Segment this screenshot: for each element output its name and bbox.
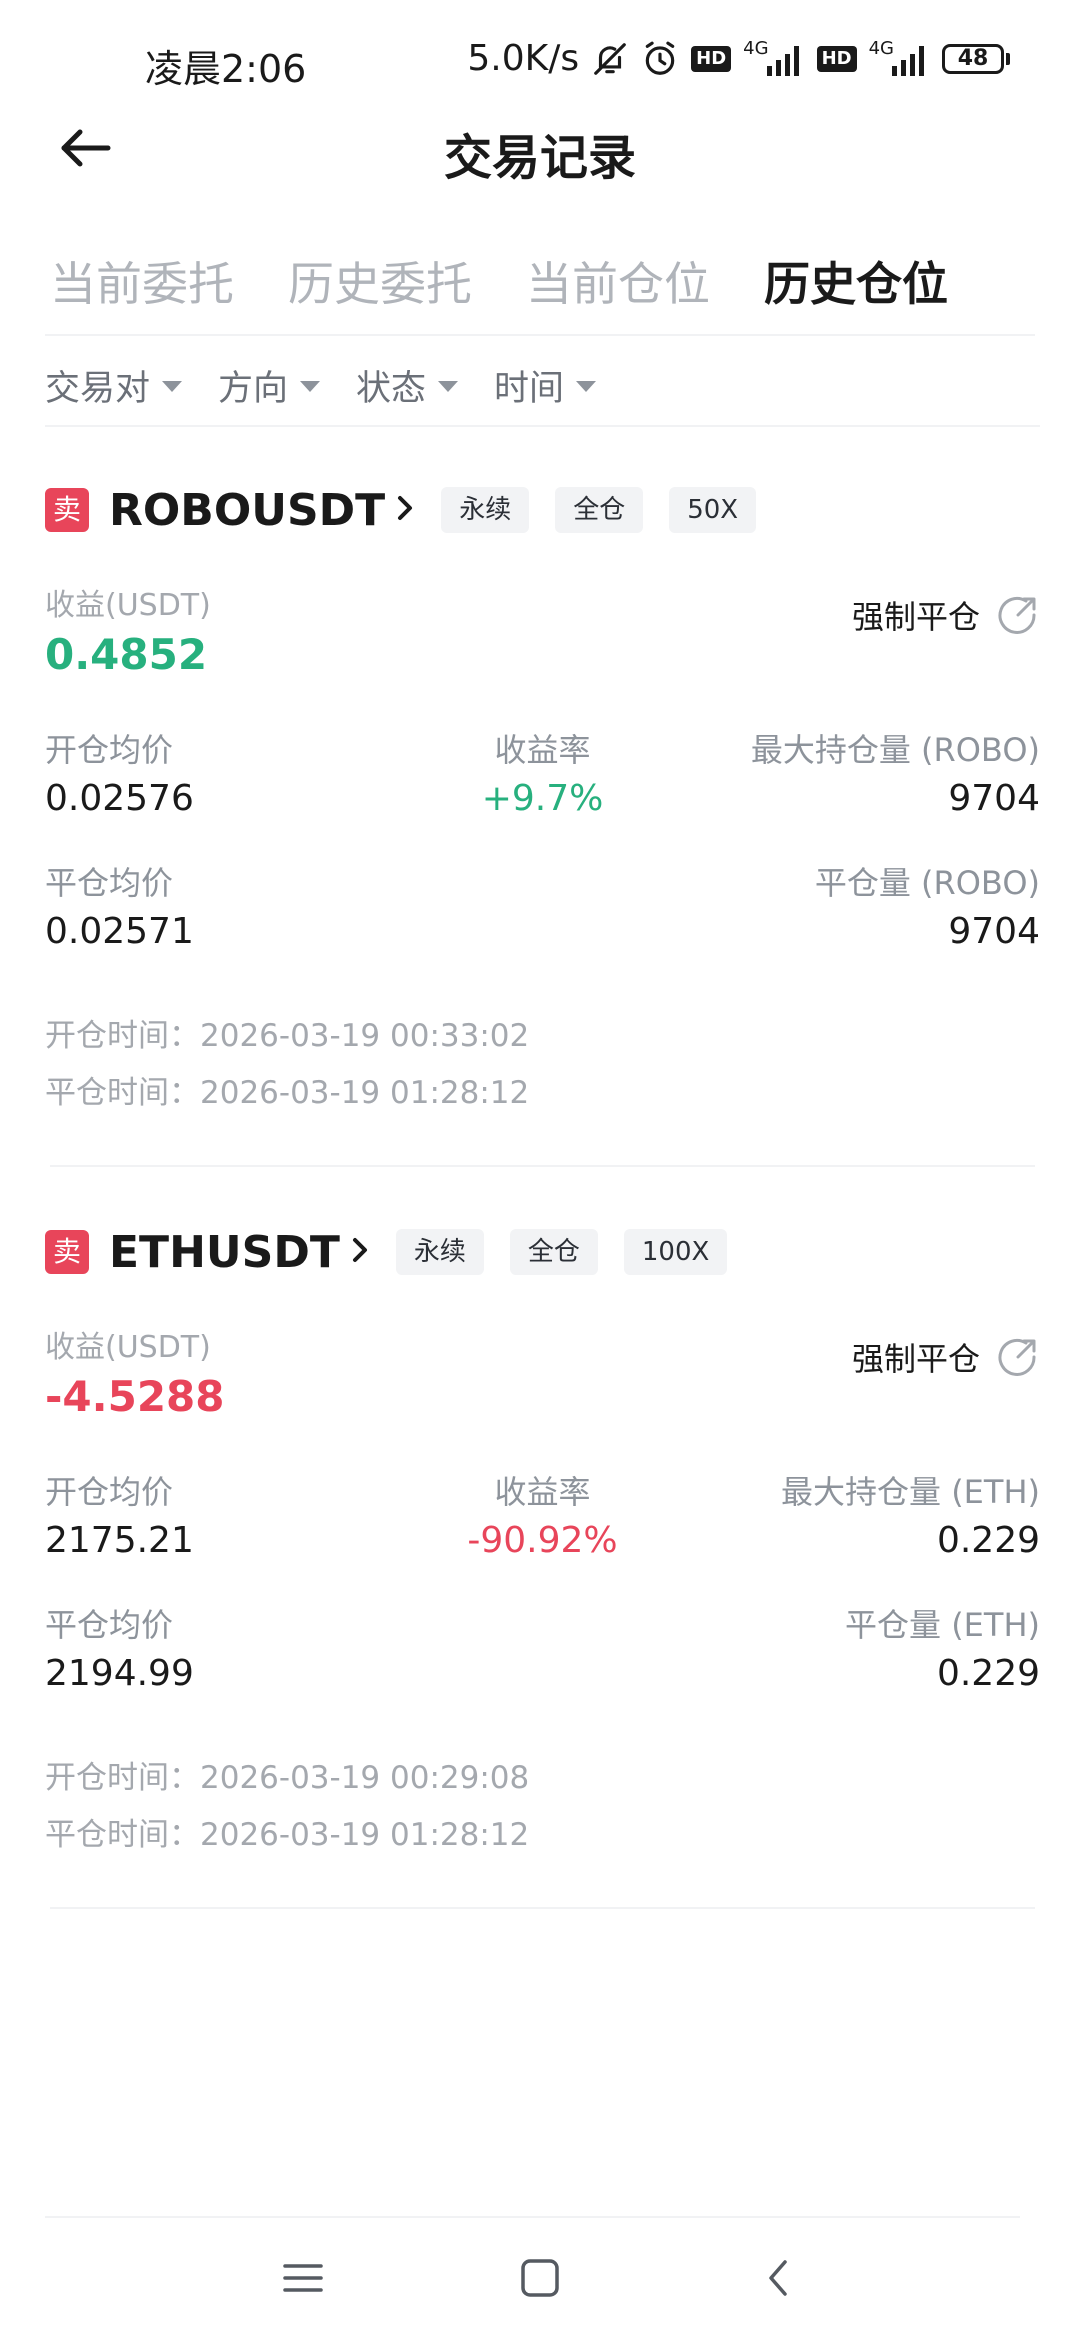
chevron-right-icon [397,495,413,525]
open-time: 开仓时间：2026-03-19 00:33:02 [45,1010,529,1055]
max-hold-label: 最大持仓量 (ROBO) [750,731,1040,769]
filter-label: 时间 [494,368,565,409]
open-time-label: 开仓时间： [45,1760,200,1796]
menu-icon [281,2258,325,2302]
close-qty-value: 0.229 [936,1653,1040,1694]
symbol-link[interactable]: ETHUSDT [109,1227,340,1278]
tag-leverage: 50X [669,487,757,533]
tag-cross-margin: 全仓 [509,1229,598,1275]
bell-off-icon [591,40,629,78]
alarm-icon [641,40,679,78]
tab-current-orders[interactable]: 当前委托 [50,248,234,314]
share-icon[interactable] [996,1335,1040,1379]
divider [50,1907,1035,1909]
back-icon [763,2256,793,2304]
close-avg-price-label: 平仓均价 [45,864,174,902]
force-close-label: 强制平仓 [851,598,980,636]
open-time-value: 2026-03-19 00:33:02 [200,1018,530,1054]
divider [45,334,1035,336]
side-badge: 卖 [45,1230,89,1274]
filter-trading-pair[interactable]: 交易对 [45,360,183,411]
position-header: 卖 ROBOUSDT 永续 全仓 50X [45,480,782,540]
home-icon [518,2256,562,2304]
tag-perpetual: 永续 [395,1229,484,1275]
max-hold-value: 9704 [948,778,1040,819]
hd-icon: HD [816,45,857,72]
max-hold-value: 0.229 [936,1520,1040,1561]
filter-label: 方向 [218,368,289,409]
chevron-right-icon [352,1237,368,1267]
signal-icon: 4G [869,38,930,76]
divider [50,1165,1035,1167]
open-time-label: 开仓时间： [45,1018,200,1054]
close-time-label: 平仓时间： [45,1817,200,1853]
status-icons: 5.0K/s HD 4G HD 4G 48 [467,38,1010,79]
pnl-label: 收益(USDT) [45,588,211,623]
caret-down-icon [438,380,459,392]
return-rate-value: -90.92% [467,1520,618,1561]
close-time-value: 2026-03-19 01:28:12 [200,1075,530,1111]
position-card[interactable]: 卖 ETHUSDT 永续 全仓 100X 收益(USDT) -4.5288 强制… [45,1222,1040,1912]
tag-leverage: 100X [623,1229,728,1275]
caret-down-icon [162,380,183,392]
tag-perpetual: 永续 [441,487,530,533]
side-badge: 卖 [45,488,89,532]
filter-label: 状态 [356,368,427,409]
tab-history-positions[interactable]: 历史仓位 [764,248,948,314]
signal-icon: 4G [743,38,804,76]
divider [45,425,1040,427]
status-bar: 凌晨2:06 5.0K/s HD 4G HD 4G 48 [0,0,1080,120]
close-qty-value: 9704 [948,911,1040,952]
open-time: 开仓时间：2026-03-19 00:29:08 [45,1752,529,1797]
caret-down-icon [300,380,321,392]
close-avg-price-value: 0.02571 [45,911,194,952]
caret-down-icon [576,380,597,392]
filter-status[interactable]: 状态 [356,360,459,411]
system-back-button[interactable] [748,2250,808,2310]
pnl-value: 0.4852 [45,630,208,679]
position-header: 卖 ETHUSDT 永续 全仓 100X [45,1222,753,1282]
divider [45,2216,1020,2218]
pnl-label: 收益(USDT) [45,1330,211,1365]
net-speed: 5.0K/s [467,38,580,79]
close-time: 平仓时间：2026-03-19 01:28:12 [45,1809,529,1854]
max-hold-label: 最大持仓量 (ETH) [781,1473,1040,1511]
home-button[interactable] [510,2250,570,2310]
return-rate-value: +9.7% [481,778,604,819]
force-close-button[interactable]: 强制平仓 [852,1334,1040,1380]
symbol-link[interactable]: ROBOUSDT [109,485,385,536]
filter-bar: 交易对 方向 状态 时间 [45,355,632,415]
tag-cross-margin: 全仓 [555,487,644,533]
tab-history-orders[interactable]: 历史委托 [288,248,472,314]
close-avg-price-value: 2194.99 [45,1653,194,1694]
close-time-label: 平仓时间： [45,1075,200,1111]
force-close-label: 强制平仓 [851,1340,980,1378]
menu-button[interactable] [273,2250,333,2310]
status-time: 凌晨2:06 [145,47,307,91]
close-avg-price-label: 平仓均价 [45,1606,174,1644]
tab-bar: 当前委托 历史委托 当前仓位 历史仓位 [0,240,1080,330]
page-title: 交易记录 [443,130,636,186]
battery-icon: 48 [942,43,1010,74]
tab-current-positions[interactable]: 当前仓位 [526,248,710,314]
filter-time[interactable]: 时间 [494,360,597,411]
hd-icon: HD [691,45,732,72]
header: 交易记录 [0,110,1080,190]
close-time-value: 2026-03-19 01:28:12 [200,1817,530,1853]
close-qty-label: 平仓量 (ETH) [845,1606,1040,1644]
filter-label: 交易对 [45,368,151,409]
open-time-value: 2026-03-19 00:29:08 [200,1760,530,1796]
close-time: 平仓时间：2026-03-19 01:28:12 [45,1067,529,1112]
close-qty-label: 平仓量 (ROBO) [814,864,1040,902]
pnl-value: -4.5288 [45,1372,225,1421]
position-card[interactable]: 卖 ROBOUSDT 永续 全仓 50X 收益(USDT) 0.4852 强制平… [45,480,1040,1170]
force-close-button[interactable]: 强制平仓 [852,592,1040,638]
share-icon[interactable] [996,593,1040,637]
filter-direction[interactable]: 方向 [218,360,321,411]
